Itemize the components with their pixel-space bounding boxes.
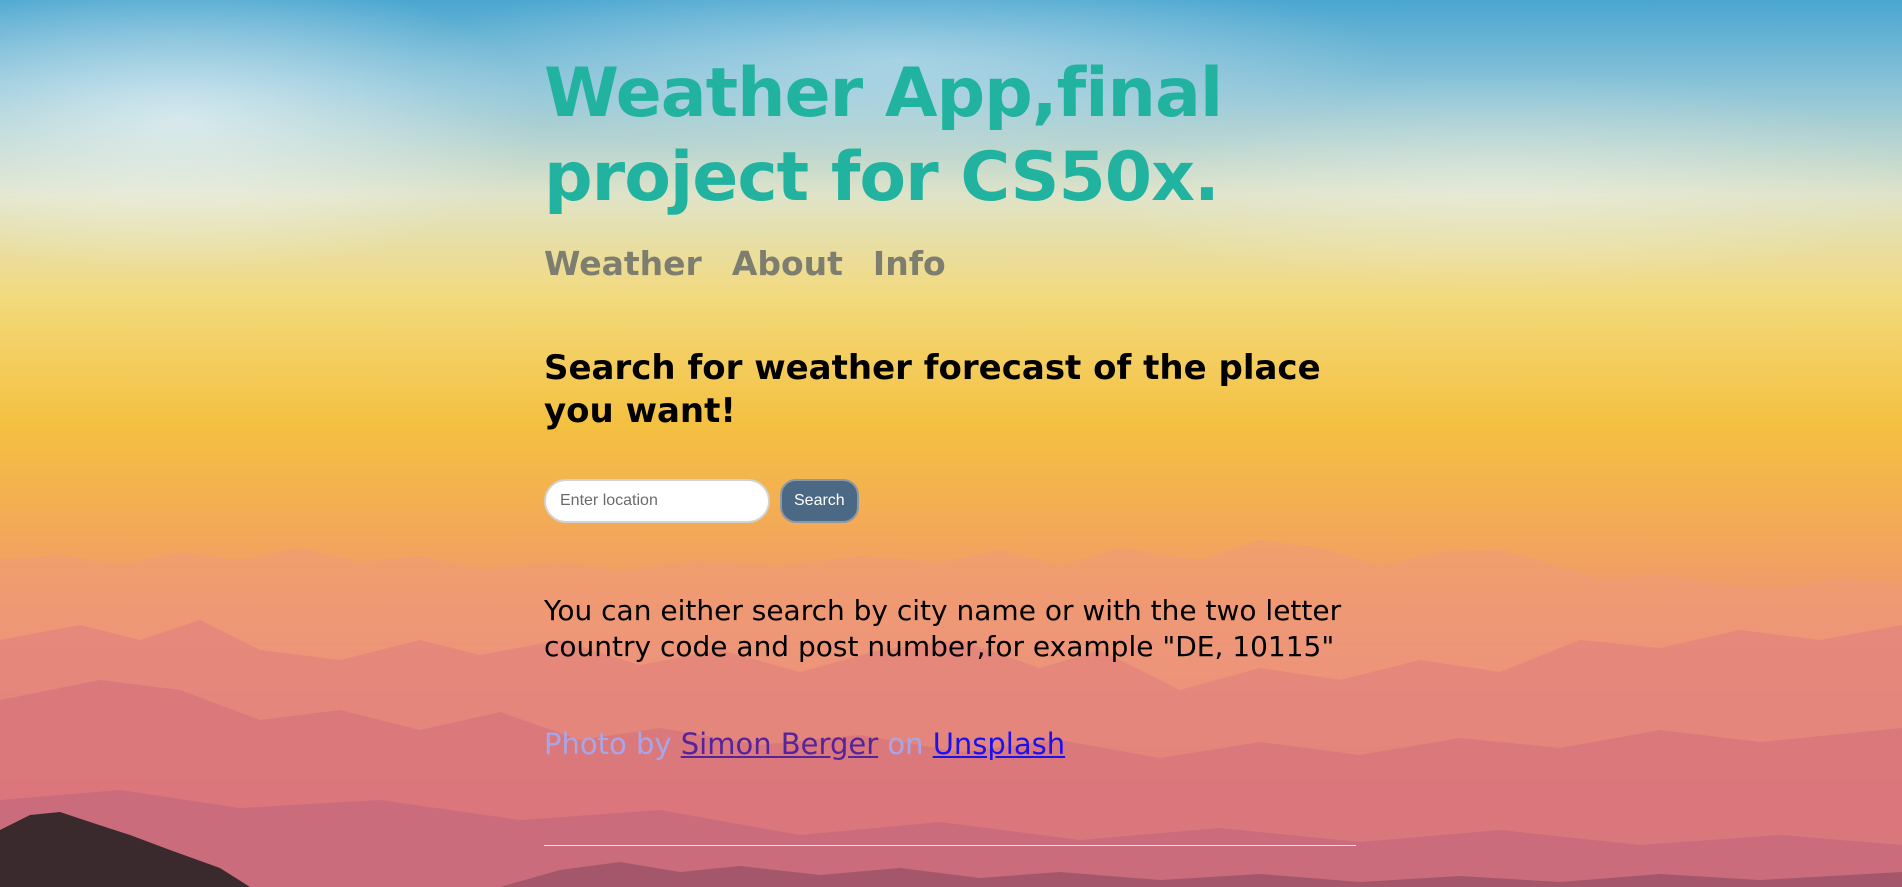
main-nav: Weather About Info xyxy=(544,244,1356,283)
search-instructions: You can either search by city name or wi… xyxy=(544,594,1342,663)
search-button[interactable]: Search xyxy=(780,479,859,523)
photo-credit: Photo by Simon Berger on Unsplash xyxy=(544,727,1356,761)
search-form: Search xyxy=(544,479,1356,523)
credit-middle: on xyxy=(887,727,924,761)
credit-prefix: Photo by xyxy=(544,727,672,761)
unsplash-link[interactable]: Unsplash xyxy=(933,727,1065,761)
search-headline: Search for weather forecast of the place… xyxy=(544,348,1321,431)
footer-divider xyxy=(544,845,1356,846)
page-title: Weather App,final project for CS50x. xyxy=(544,54,1223,217)
main-content: Weather App,final project for CS50x. Wea… xyxy=(544,52,1356,761)
photographer-link[interactable]: Simon Berger xyxy=(681,727,878,761)
nav-link-weather[interactable]: Weather xyxy=(544,244,702,283)
nav-link-about[interactable]: About xyxy=(732,244,843,283)
location-input[interactable] xyxy=(544,479,770,523)
nav-link-info[interactable]: Info xyxy=(873,244,946,283)
